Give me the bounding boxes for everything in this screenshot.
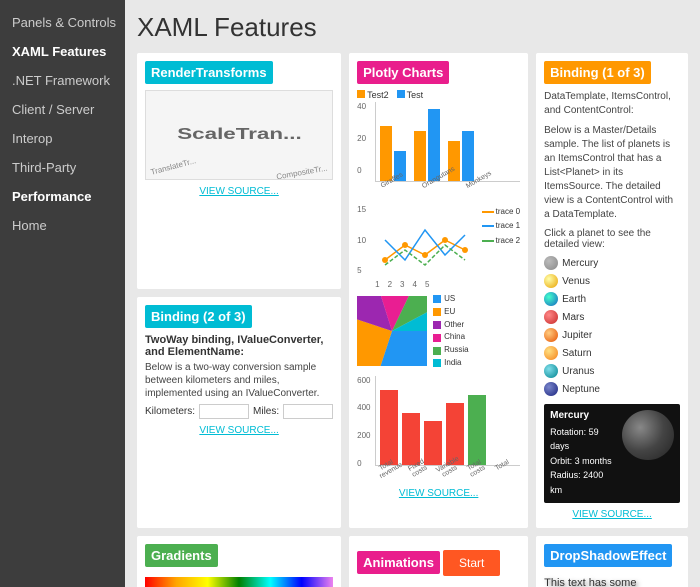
rendertransforms-view-source[interactable]: VIEW SOURCE... xyxy=(145,186,333,197)
binding1-body: Below is a Master/Details sample. The li… xyxy=(544,124,680,222)
pie-legend: US EU Other China Russia India xyxy=(433,293,468,370)
binding2-desc: TwoWay binding, IValueConverter, and Ele… xyxy=(145,334,333,358)
animations-start-button[interactable]: Start xyxy=(443,550,500,576)
bar-chart2 xyxy=(375,376,520,466)
planet-venus[interactable]: Venus xyxy=(544,272,680,290)
scale-text: ScaleTran... xyxy=(177,126,302,144)
planet-earth[interactable]: Earth xyxy=(544,290,680,308)
planet-icon-saturn xyxy=(544,346,558,360)
pie-chart-svg xyxy=(357,296,427,366)
card-title-plotly: Plotly Charts xyxy=(357,61,449,84)
bar-2-test xyxy=(428,109,440,181)
sidebar-item-xaml[interactable]: XAML Features xyxy=(0,37,125,66)
planet-mercury[interactable]: Mercury xyxy=(544,254,680,272)
planet-list: Mercury Venus Earth Mars Jupiter xyxy=(544,254,680,398)
card-title-binding1: Binding (1 of 3) xyxy=(544,61,651,84)
planet-moon-visual xyxy=(622,410,674,460)
bar2-3 xyxy=(424,421,442,465)
bar2-1 xyxy=(380,390,398,465)
plotly-view-source[interactable]: VIEW SOURCE... xyxy=(357,488,520,499)
bar-group-2 xyxy=(414,109,440,181)
bar-chart-container: 40 20 0 xyxy=(375,102,520,191)
planet-uranus[interactable]: Uranus xyxy=(544,362,680,380)
rendertransform-visual: ScaleTran... TranslateTr... CompositeTr.… xyxy=(145,90,333,180)
planet-jupiter[interactable]: Jupiter xyxy=(544,326,680,344)
card-title-gradients: Gradients xyxy=(145,544,218,567)
legend-test-dot xyxy=(397,90,405,98)
gradient-visual xyxy=(145,577,333,587)
planet-neptune[interactable]: Neptune xyxy=(544,380,680,398)
binding2-body: Below is a two-way conversion sample bet… xyxy=(145,361,333,400)
binding1-description: DataTemplate, ItemsControl, and ContentC… xyxy=(544,90,680,118)
card-gradients: Gradients VIEW SOURCE... xyxy=(137,536,341,587)
binding1-hint: Click a planet to see the detailed view: xyxy=(544,228,680,250)
planet-info-rotation: Rotation: 59 days xyxy=(550,425,616,454)
planet-icon-earth xyxy=(544,292,558,306)
binding2-view-source[interactable]: VIEW SOURCE... xyxy=(145,425,333,436)
card-title-animations: Animations xyxy=(357,551,440,574)
card-title-binding2: Binding (2 of 3) xyxy=(145,305,252,328)
bar2-x-labels: Total revenue Fixed costs Variable costs… xyxy=(375,468,520,482)
bar-2-test2 xyxy=(414,131,426,181)
card-binding-1of3: Binding (1 of 3) DataTemplate, ItemsCont… xyxy=(536,53,688,528)
card-title-dropshadow: DropShadowEffect xyxy=(544,544,672,567)
dropshadow-text: This text has some shadows xyxy=(544,577,680,587)
bar-chart2-container: 600 400 200 0 Total revenue Fixed costs … xyxy=(375,376,520,482)
bar2-5 xyxy=(468,395,486,465)
planet-info-radius: Radius: 2400 km xyxy=(550,468,616,497)
planet-icon-uranus xyxy=(544,364,558,378)
planet-saturn[interactable]: Saturn xyxy=(544,344,680,362)
bar-3-test xyxy=(462,131,474,181)
line-chart-x-labels: 12345 xyxy=(375,280,520,289)
planet-detail-content: Mercury Rotation: 59 days Orbit: 3 month… xyxy=(550,410,674,497)
line-y-axis: 15 10 5 xyxy=(357,205,366,275)
main-content: XAML Features RenderTransforms ScaleTran… xyxy=(125,0,700,587)
card-dropshadow: DropShadowEffect This text has some shad… xyxy=(536,536,688,587)
planet-icon-jupiter xyxy=(544,328,558,342)
page-title: XAML Features xyxy=(137,12,688,43)
sidebar: Panels & Controls XAML Features .NET Fra… xyxy=(0,0,125,587)
card-rendertransforms: RenderTransforms ScaleTran... TranslateT… xyxy=(137,53,341,289)
planet-detail-info: Mercury Rotation: 59 days Orbit: 3 month… xyxy=(550,410,616,497)
bar-1-test2 xyxy=(380,126,392,181)
y-axis: 40 20 0 xyxy=(357,102,366,175)
cards-grid: RenderTransforms ScaleTran... TranslateT… xyxy=(137,53,688,587)
km-miles-row: Kilometers: Miles: xyxy=(145,404,333,419)
x-axis-labels: Giraffes Orangutans Monkeys xyxy=(379,184,520,191)
card-plotly: Plotly Charts Test2 Test 40 20 0 xyxy=(349,53,528,528)
planet-info-orbit: Orbit: 3 months xyxy=(550,454,616,468)
sidebar-item-panels[interactable]: Panels & Controls xyxy=(0,8,125,37)
miles-label: Miles: xyxy=(253,406,279,417)
line-legend: trace 0 trace 1 trace 2 xyxy=(482,205,520,248)
binding1-view-source[interactable]: VIEW SOURCE... xyxy=(544,509,680,520)
bar2-2 xyxy=(402,413,420,465)
card-binding-2of3: Binding (2 of 3) TwoWay binding, IValueC… xyxy=(137,297,341,528)
sidebar-item-client[interactable]: Client / Server xyxy=(0,95,125,124)
translate-text: TranslateTr... xyxy=(150,156,197,177)
line-chart-container: 15 10 5 12345 xyxy=(375,205,520,289)
card-animations: Animations Start VIEW SOURCE... xyxy=(349,536,528,587)
planet-mars[interactable]: Mars xyxy=(544,308,680,326)
sidebar-item-interop[interactable]: Interop xyxy=(0,124,125,153)
planet-detail-name: Mercury xyxy=(550,410,616,421)
planet-icon-mars xyxy=(544,310,558,324)
miles-input[interactable] xyxy=(283,404,333,419)
sidebar-item-dotnet[interactable]: .NET Framework xyxy=(0,66,125,95)
sidebar-item-performance[interactable]: Performance xyxy=(0,182,125,211)
km-label: Kilometers: xyxy=(145,406,195,417)
bar2-y-axis: 600 400 200 0 xyxy=(357,376,370,468)
planet-detail-box: Mercury Rotation: 59 days Orbit: 3 month… xyxy=(544,404,680,503)
planet-icon-mercury xyxy=(544,256,558,270)
bar-chart-legend: Test2 Test xyxy=(357,90,520,100)
pie-chart-container: US EU Other China Russia India xyxy=(357,293,520,370)
card-title-rendertransforms: RenderTransforms xyxy=(145,61,273,84)
planet-icon-venus xyxy=(544,274,558,288)
sidebar-item-home[interactable]: Home xyxy=(0,211,125,240)
planet-icon-neptune xyxy=(544,382,558,396)
composite-text: CompositeTr... xyxy=(276,164,328,180)
legend-test2-dot xyxy=(357,90,365,98)
sidebar-item-thirdparty[interactable]: Third-Party xyxy=(0,153,125,182)
kilometers-input[interactable] xyxy=(199,404,249,419)
